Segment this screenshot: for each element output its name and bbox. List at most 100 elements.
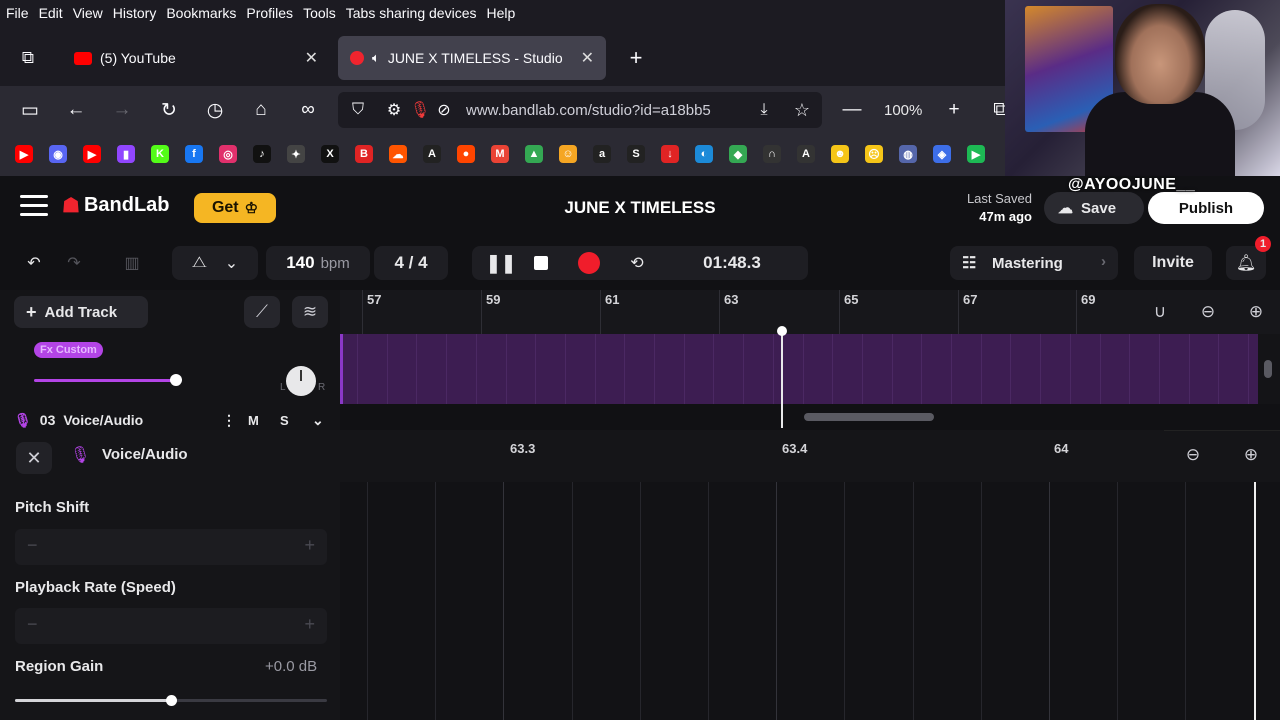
emoji-icon[interactable]: ☹ xyxy=(865,145,883,163)
star-icon[interactable]: ☆ xyxy=(788,96,816,124)
track-row[interactable]: 🎙︎ 03 Voice/Audio ⋮ M S ⌄ xyxy=(0,410,340,430)
sidebar-icon[interactable]: ▭ xyxy=(16,96,44,124)
track-lane-region[interactable] xyxy=(340,334,1258,404)
tracking-icon[interactable]: ⊘ xyxy=(430,96,458,124)
soundcloud-icon[interactable]: ☁ xyxy=(389,145,407,163)
close-icon[interactable]: ✕ xyxy=(305,48,318,68)
twitch-icon[interactable]: ▮ xyxy=(117,145,135,163)
bookmark-red-icon[interactable]: B xyxy=(355,145,373,163)
download-icon[interactable]: ↓ xyxy=(661,145,679,163)
globe-icon[interactable]: ◍ xyxy=(899,145,917,163)
zoom-in-icon[interactable]: + xyxy=(940,96,968,124)
instagram-icon[interactable]: ◎ xyxy=(219,145,237,163)
private-icon[interactable]: ∞ xyxy=(294,96,322,124)
history-icon[interactable]: ◷ xyxy=(201,96,229,124)
mixer-icon[interactable]: ▥ xyxy=(116,246,148,280)
minus-icon[interactable]: − xyxy=(27,614,38,635)
app-icon[interactable]: ☺ xyxy=(559,145,577,163)
editor-playhead[interactable] xyxy=(1254,482,1256,720)
facebook-icon[interactable]: f xyxy=(185,145,203,163)
a-circle-icon[interactable]: A xyxy=(797,145,815,163)
project-title[interactable]: JUNE X TIMELESS xyxy=(500,198,780,218)
menu-item-bookmarks[interactable]: Bookmarks xyxy=(166,5,236,21)
record-button[interactable] xyxy=(574,246,604,280)
tempo-field[interactable]: 140 bpm xyxy=(266,246,370,280)
font-a-icon[interactable]: A xyxy=(423,145,441,163)
automation-icon[interactable]: ⟋ xyxy=(244,296,280,328)
redo-icon[interactable]: ↷ xyxy=(58,246,90,280)
horizontal-scrollbar[interactable] xyxy=(804,413,934,421)
metronome-button[interactable]: ⧍ ⌄ xyxy=(172,246,258,280)
volume-slider-thumb[interactable] xyxy=(170,374,182,386)
edge-icon[interactable]: ◐ xyxy=(695,145,713,163)
reload-icon[interactable]: ↻ xyxy=(155,96,183,124)
speaker-icon[interactable]: 🔈︎ xyxy=(372,50,380,66)
loop-icon[interactable]: ⟲ xyxy=(622,246,652,280)
playhead-handle[interactable] xyxy=(777,326,787,336)
close-icon[interactable]: ✕ xyxy=(581,48,594,68)
back-icon[interactable]: ← xyxy=(62,96,90,124)
minus-icon[interactable]: − xyxy=(27,535,38,556)
gmail-icon[interactable]: M xyxy=(491,145,509,163)
discord-icon[interactable]: ◉ xyxy=(49,145,67,163)
s-icon[interactable]: S xyxy=(627,145,645,163)
headphones-icon[interactable]: ∩ xyxy=(763,145,781,163)
blue-app-icon[interactable]: ◈ xyxy=(933,145,951,163)
zoom-out-icon[interactable]: ⊖ xyxy=(1180,442,1206,468)
get-button[interactable]: Get ♔ xyxy=(194,193,276,223)
pan-knob[interactable] xyxy=(286,366,316,396)
zoom-out-icon[interactable]: ⊖ xyxy=(1196,300,1220,324)
region-gain-thumb[interactable] xyxy=(166,695,177,706)
menu-item-tabs-sharing-devices[interactable]: Tabs sharing devices xyxy=(346,5,477,21)
editor-grid[interactable] xyxy=(340,482,1280,720)
editor-ruler[interactable]: 63.3 63.4 64 xyxy=(340,430,1164,482)
menu-item-history[interactable]: History xyxy=(113,5,157,21)
plus-icon[interactable]: + xyxy=(304,614,315,635)
tuner-icon[interactable]: ≋ xyxy=(292,296,328,328)
zoom-out-icon[interactable]: — xyxy=(838,96,866,124)
close-icon[interactable]: ✕ xyxy=(16,442,52,474)
menu-item-view[interactable]: View xyxy=(73,5,103,21)
timeline-ruler[interactable]: 57 59 61 63 65 67 69 xyxy=(340,290,1134,334)
emoji-icon[interactable]: ☻ xyxy=(831,145,849,163)
playhead[interactable] xyxy=(781,330,783,428)
forward-icon[interactable]: → xyxy=(108,96,136,124)
chevron-down-icon[interactable]: ⌄ xyxy=(225,253,238,273)
map-icon[interactable]: ◆ xyxy=(729,145,747,163)
volume-slider[interactable] xyxy=(34,379,176,382)
zoom-level[interactable]: 100% xyxy=(884,102,922,119)
undo-icon[interactable]: ↶ xyxy=(18,246,50,280)
youtube-icon[interactable]: ▶ xyxy=(83,145,101,163)
url-bar[interactable]: ⛉ ⚙ 🎙︎ ⊘ www.bandlab.com/studio?id=a18bb… xyxy=(338,92,822,128)
time-signature[interactable]: 4 / 4 xyxy=(374,246,448,280)
tab-overview-icon[interactable]: ⧉ xyxy=(14,44,42,72)
menu-item-profiles[interactable]: Profiles xyxy=(246,5,293,21)
publish-button[interactable]: Publish xyxy=(1148,192,1264,224)
x-icon[interactable]: X xyxy=(321,145,339,163)
menu-item-tools[interactable]: Tools xyxy=(303,5,336,21)
playback-rate-stepper[interactable]: − + xyxy=(15,608,327,644)
chevron-down-icon[interactable]: ⌄ xyxy=(312,412,324,429)
magnet-icon[interactable]: ∪ xyxy=(1148,300,1172,324)
zoom-in-icon[interactable]: ⊕ xyxy=(1244,300,1268,324)
mastering-button[interactable]: ☷ Mastering › xyxy=(950,246,1118,280)
stop-button[interactable] xyxy=(526,246,556,280)
save-button[interactable]: ☁ Save xyxy=(1044,192,1144,224)
kick-icon[interactable]: K xyxy=(151,145,169,163)
shield-icon[interactable]: ⛉ xyxy=(344,96,372,124)
download-icon[interactable]: ⤓ xyxy=(750,96,778,124)
invite-button[interactable]: Invite xyxy=(1134,246,1212,280)
permissions-icon[interactable]: ⚙ xyxy=(380,96,408,124)
youtube-icon[interactable]: ▶ xyxy=(15,145,33,163)
more-icon[interactable]: ⋮ xyxy=(222,412,236,429)
tab-youtube[interactable]: (5) YouTube ✕ xyxy=(62,36,330,80)
pitch-shift-stepper[interactable]: − + xyxy=(15,529,327,565)
drive-icon[interactable]: ▲ xyxy=(525,145,543,163)
home-icon[interactable]: ⌂ xyxy=(247,96,275,124)
tiktok-icon[interactable]: ♪ xyxy=(253,145,271,163)
menu-icon[interactable] xyxy=(20,195,48,217)
solo-button[interactable]: S xyxy=(280,413,289,428)
menu-item-file[interactable]: File xyxy=(6,5,29,21)
amazon-icon[interactable]: a xyxy=(593,145,611,163)
menu-item-edit[interactable]: Edit xyxy=(39,5,63,21)
